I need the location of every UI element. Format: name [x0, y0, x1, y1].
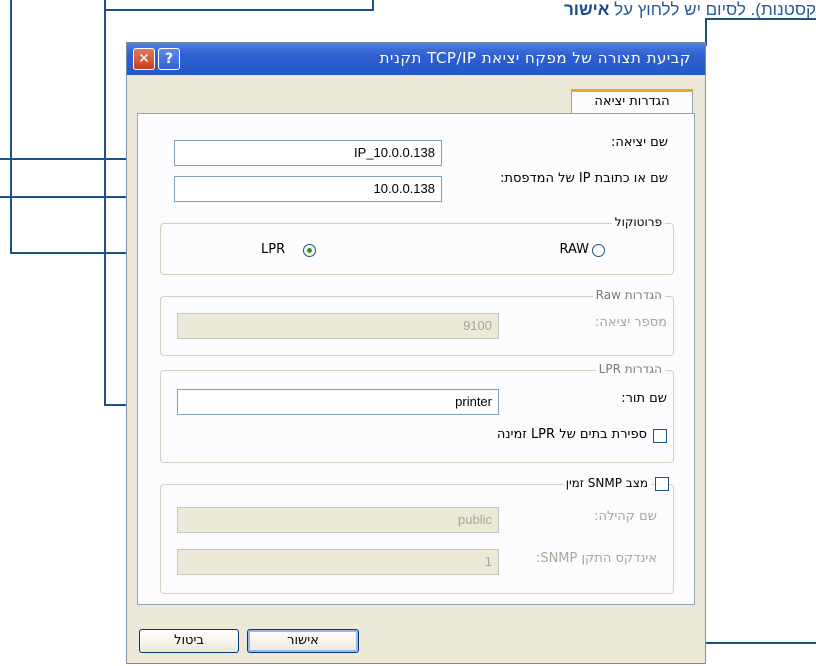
device-index-input: 1 [177, 549, 499, 575]
callout-line [705, 18, 816, 20]
protocol-group: פרוטוקול RAW LPR [160, 215, 674, 275]
snmp-legend[interactable]: מצב SNMP זמין [562, 476, 651, 490]
device-index-label: אינדקס התקן SNMP: [535, 551, 657, 566]
queue-name-label: שם תור: [621, 391, 667, 406]
tab-port-settings[interactable]: הגדרות יציאה [571, 89, 693, 113]
printer-address-label: שם או כתובת IP של המדפסת: [500, 171, 668, 186]
title-bar[interactable]: קביעת תצורה של מפקח יציאת TCP/IP תקנית ?… [127, 43, 705, 75]
close-button[interactable]: ✕ [133, 48, 155, 70]
byte-counting-checkbox[interactable] [653, 429, 667, 443]
callout-line [104, 0, 106, 406]
port-name-input[interactable]: IP_10.0.0.138 [174, 140, 442, 166]
port-name-label: שם יציאה: [610, 135, 668, 150]
help-icon: ? [164, 51, 174, 67]
help-button[interactable]: ? [158, 48, 180, 70]
lpr-settings-legend: הגדרות LPR [595, 362, 665, 376]
raw-radio[interactable] [592, 244, 605, 257]
window-title: קביעת תצורה של מפקח יציאת TCP/IP תקנית [379, 49, 691, 67]
printer-address-input[interactable]: 10.0.0.138 [174, 176, 442, 202]
port-number-label: מספר יציאה: [595, 315, 667, 330]
community-name-input: public [177, 507, 499, 533]
cancel-button[interactable]: ביטול [139, 629, 239, 653]
tcpip-port-config-dialog: קביעת תצורה של מפקח יציאת TCP/IP תקנית ?… [126, 42, 706, 664]
raw-settings-group: הגדרות Raw מספר יציאה: 9100 [160, 288, 674, 356]
caption-ok-emphasis: אישור [564, 0, 610, 19]
lpr-radio[interactable] [303, 244, 316, 257]
ok-button[interactable]: אישור [247, 629, 359, 653]
tab-panel: שם יציאה: IP_10.0.0.138 שם או כתובת IP ש… [137, 113, 695, 605]
snmp-group: מצב SNMP זמין שם קהילה: public אינדקס הת… [160, 476, 674, 594]
callout-line [106, 9, 374, 11]
snmp-checkbox[interactable] [655, 477, 669, 491]
lpr-radio-label[interactable]: LPR [261, 242, 285, 257]
close-icon: ✕ [138, 51, 150, 67]
queue-name-input[interactable]: printer [177, 389, 499, 415]
community-name-label: שם קהילה: [594, 509, 657, 524]
callout-line [10, 0, 12, 254]
byte-counting-label[interactable]: ספירת בתים של LPR זמינה [497, 427, 647, 442]
protocol-legend: פרוטוקול [611, 215, 665, 229]
raw-settings-legend: הגדרות Raw [592, 288, 665, 302]
raw-radio-label[interactable]: RAW [559, 242, 589, 257]
instruction-caption: קסטנות). לסיום יש ללחוץ על אישור [564, 0, 816, 19]
port-number-input: 9100 [177, 313, 499, 339]
lpr-settings-group: הגדרות LPR שם תור: printer ספירת בתים של… [160, 362, 674, 463]
